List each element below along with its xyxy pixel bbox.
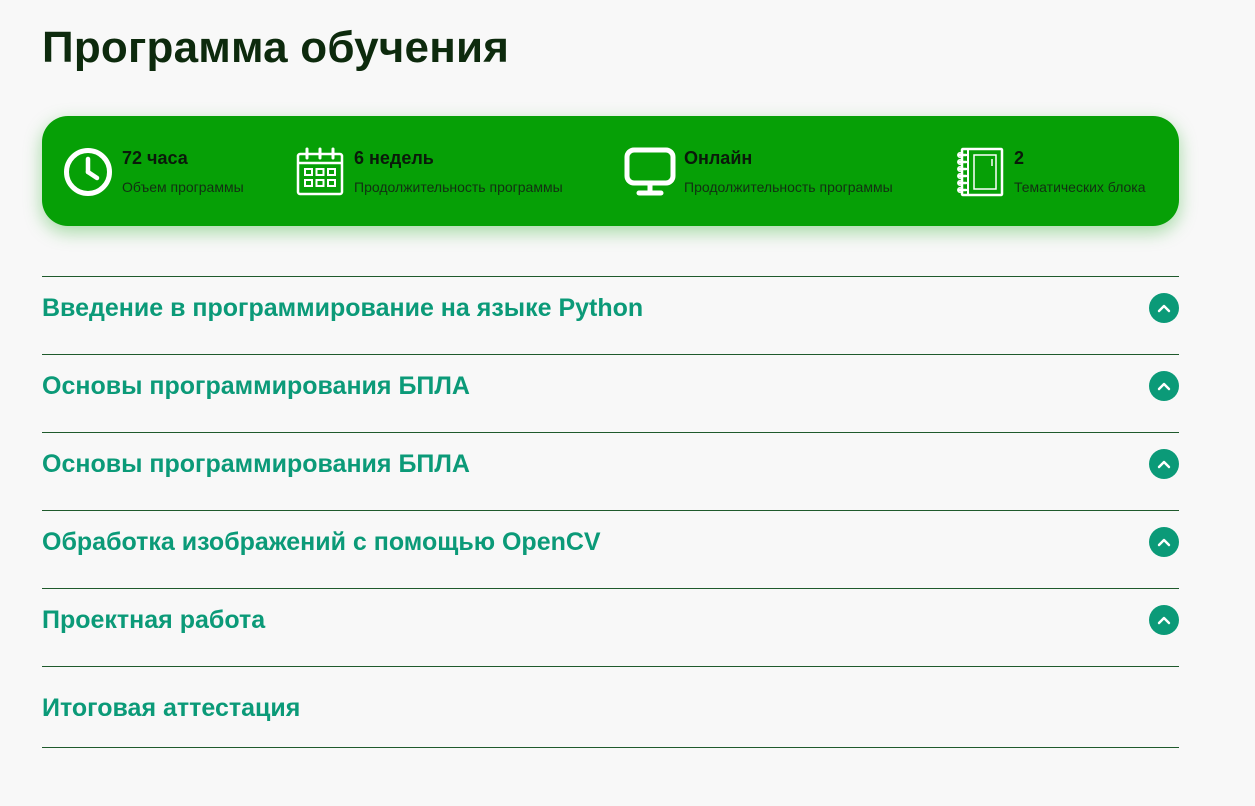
calendar-icon [294,146,346,198]
stat-value: 72 часа [122,148,188,168]
module-item[interactable]: Проектная работа [42,589,1179,667]
page-title: Программа обучения [42,23,510,72]
module-item[interactable]: Обработка изображений с помощью OpenCV [42,511,1179,589]
stat-value: Онлайн [684,148,753,168]
module-item[interactable]: Введение в программирование на языке Pyt… [42,277,1179,355]
stat-value: 2 [1014,148,1025,168]
stat-caption: Продолжительность программы [354,179,563,195]
module-title: Обработка изображений с помощью OpenCV [42,528,601,556]
chevron-up-icon[interactable] [1149,527,1179,557]
chevron-up-icon[interactable] [1149,293,1179,323]
module-title: Проектная работа [42,606,266,634]
module-title: Основы программирования БПЛА [42,450,470,478]
module-title: Введение в программирование на языке Pyt… [42,294,644,322]
monitor-icon [624,146,676,198]
stat-value: 6 недель [354,148,434,168]
stat-caption: Объем программы [122,179,244,195]
stat-caption: Продолжительность программы [684,179,893,195]
module-title: Основы программирования БПЛА [42,372,470,400]
module-item[interactable]: Итоговая аттестация [42,667,1179,748]
clock-icon [62,146,114,198]
page: Программа обучения 72 часа Объем програм… [0,0,1255,806]
chevron-up-icon[interactable] [1149,371,1179,401]
program-stats-bar: 72 часа Объем программы 6 недель Продолж… [42,116,1179,226]
module-item[interactable]: Основы программирования БПЛА [42,355,1179,433]
program-modules-accordion: Введение в программирование на языке Pyt… [42,276,1179,748]
chevron-up-icon[interactable] [1149,449,1179,479]
stat-caption: Тематических блока [1014,179,1146,195]
chevron-up-icon[interactable] [1149,605,1179,635]
notebook-icon [954,146,1006,198]
module-item[interactable]: Основы программирования БПЛА [42,433,1179,511]
module-title: Итоговая аттестация [42,694,301,722]
